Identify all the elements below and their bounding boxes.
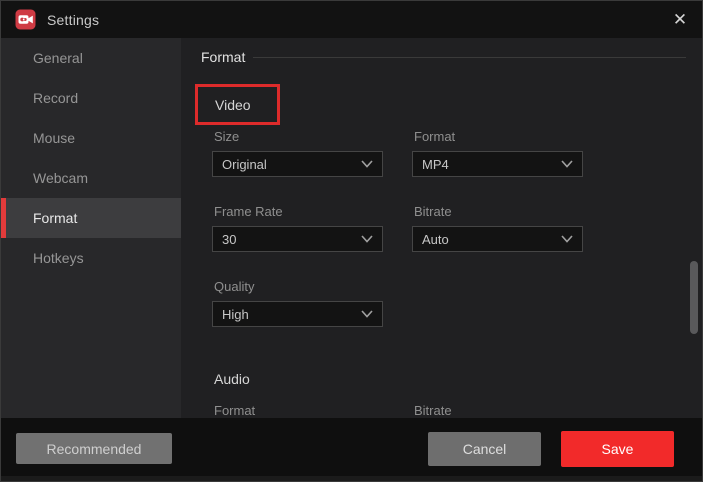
chevron-down-icon (361, 310, 373, 318)
close-icon: ✕ (672, 9, 688, 29)
video-format-dropdown[interactable]: MP4 (412, 151, 583, 177)
audio-bitrate-label: Bitrate (414, 403, 452, 418)
frame-rate-field: Frame Rate 30 (212, 204, 383, 252)
title-bar: Settings ✕ (1, 1, 702, 38)
chevron-down-icon (561, 235, 573, 243)
quality-field: Quality High (212, 279, 383, 327)
video-section-highlight: Video (195, 84, 280, 125)
video-bitrate-value: Auto (422, 231, 449, 247)
video-bitrate-label: Bitrate (414, 204, 452, 219)
sidebar-item-format[interactable]: Format (1, 198, 181, 238)
frame-rate-value: 30 (222, 231, 237, 247)
sidebar: General Record Mouse Webcam Format Hotke… (1, 38, 181, 418)
recommended-button[interactable]: Recommended (16, 433, 172, 464)
window-title: Settings (47, 11, 100, 28)
quality-dropdown[interactable]: High (212, 301, 383, 327)
video-format-value: MP4 (422, 156, 449, 172)
frame-rate-label: Frame Rate (214, 204, 283, 219)
frame-rate-dropdown[interactable]: 30 (212, 226, 383, 252)
footer-bar: Recommended Cancel Save (1, 418, 702, 476)
audio-section-title: Audio (214, 371, 250, 387)
video-bitrate-dropdown[interactable]: Auto (412, 226, 583, 252)
video-format-field: Format MP4 (412, 129, 583, 177)
save-button[interactable]: Save (561, 431, 674, 467)
video-bitrate-field: Bitrate Auto (412, 204, 583, 252)
video-format-label: Format (414, 129, 456, 144)
page-title: Format (201, 49, 246, 65)
size-field: Size Original (212, 129, 383, 177)
format-panel: Format Video Size Original Format MP4 Fr… (181, 38, 702, 418)
chevron-down-icon (561, 160, 573, 168)
sidebar-item-mouse[interactable]: Mouse (1, 118, 181, 158)
sidebar-item-hotkeys[interactable]: Hotkeys (1, 238, 181, 278)
quality-value: High (222, 306, 249, 322)
sidebar-item-record[interactable]: Record (1, 78, 181, 118)
size-label: Size (214, 129, 240, 144)
window-bottom-edge (1, 476, 702, 481)
size-value: Original (222, 156, 267, 172)
sidebar-item-general[interactable]: General (1, 38, 181, 78)
header-divider (253, 57, 686, 58)
settings-window: Settings ✕ General Record Mouse Webcam F… (0, 0, 703, 482)
cancel-button[interactable]: Cancel (428, 432, 541, 466)
close-button[interactable]: ✕ (664, 1, 696, 38)
vertical-scrollbar-thumb[interactable] (690, 261, 698, 334)
app-logo-icon (15, 9, 36, 30)
sidebar-item-webcam[interactable]: Webcam (1, 158, 181, 198)
video-section-title: Video (215, 96, 251, 113)
chevron-down-icon (361, 160, 373, 168)
audio-format-label: Format (214, 403, 256, 418)
quality-label: Quality (214, 279, 255, 294)
size-dropdown[interactable]: Original (212, 151, 383, 177)
chevron-down-icon (361, 235, 373, 243)
